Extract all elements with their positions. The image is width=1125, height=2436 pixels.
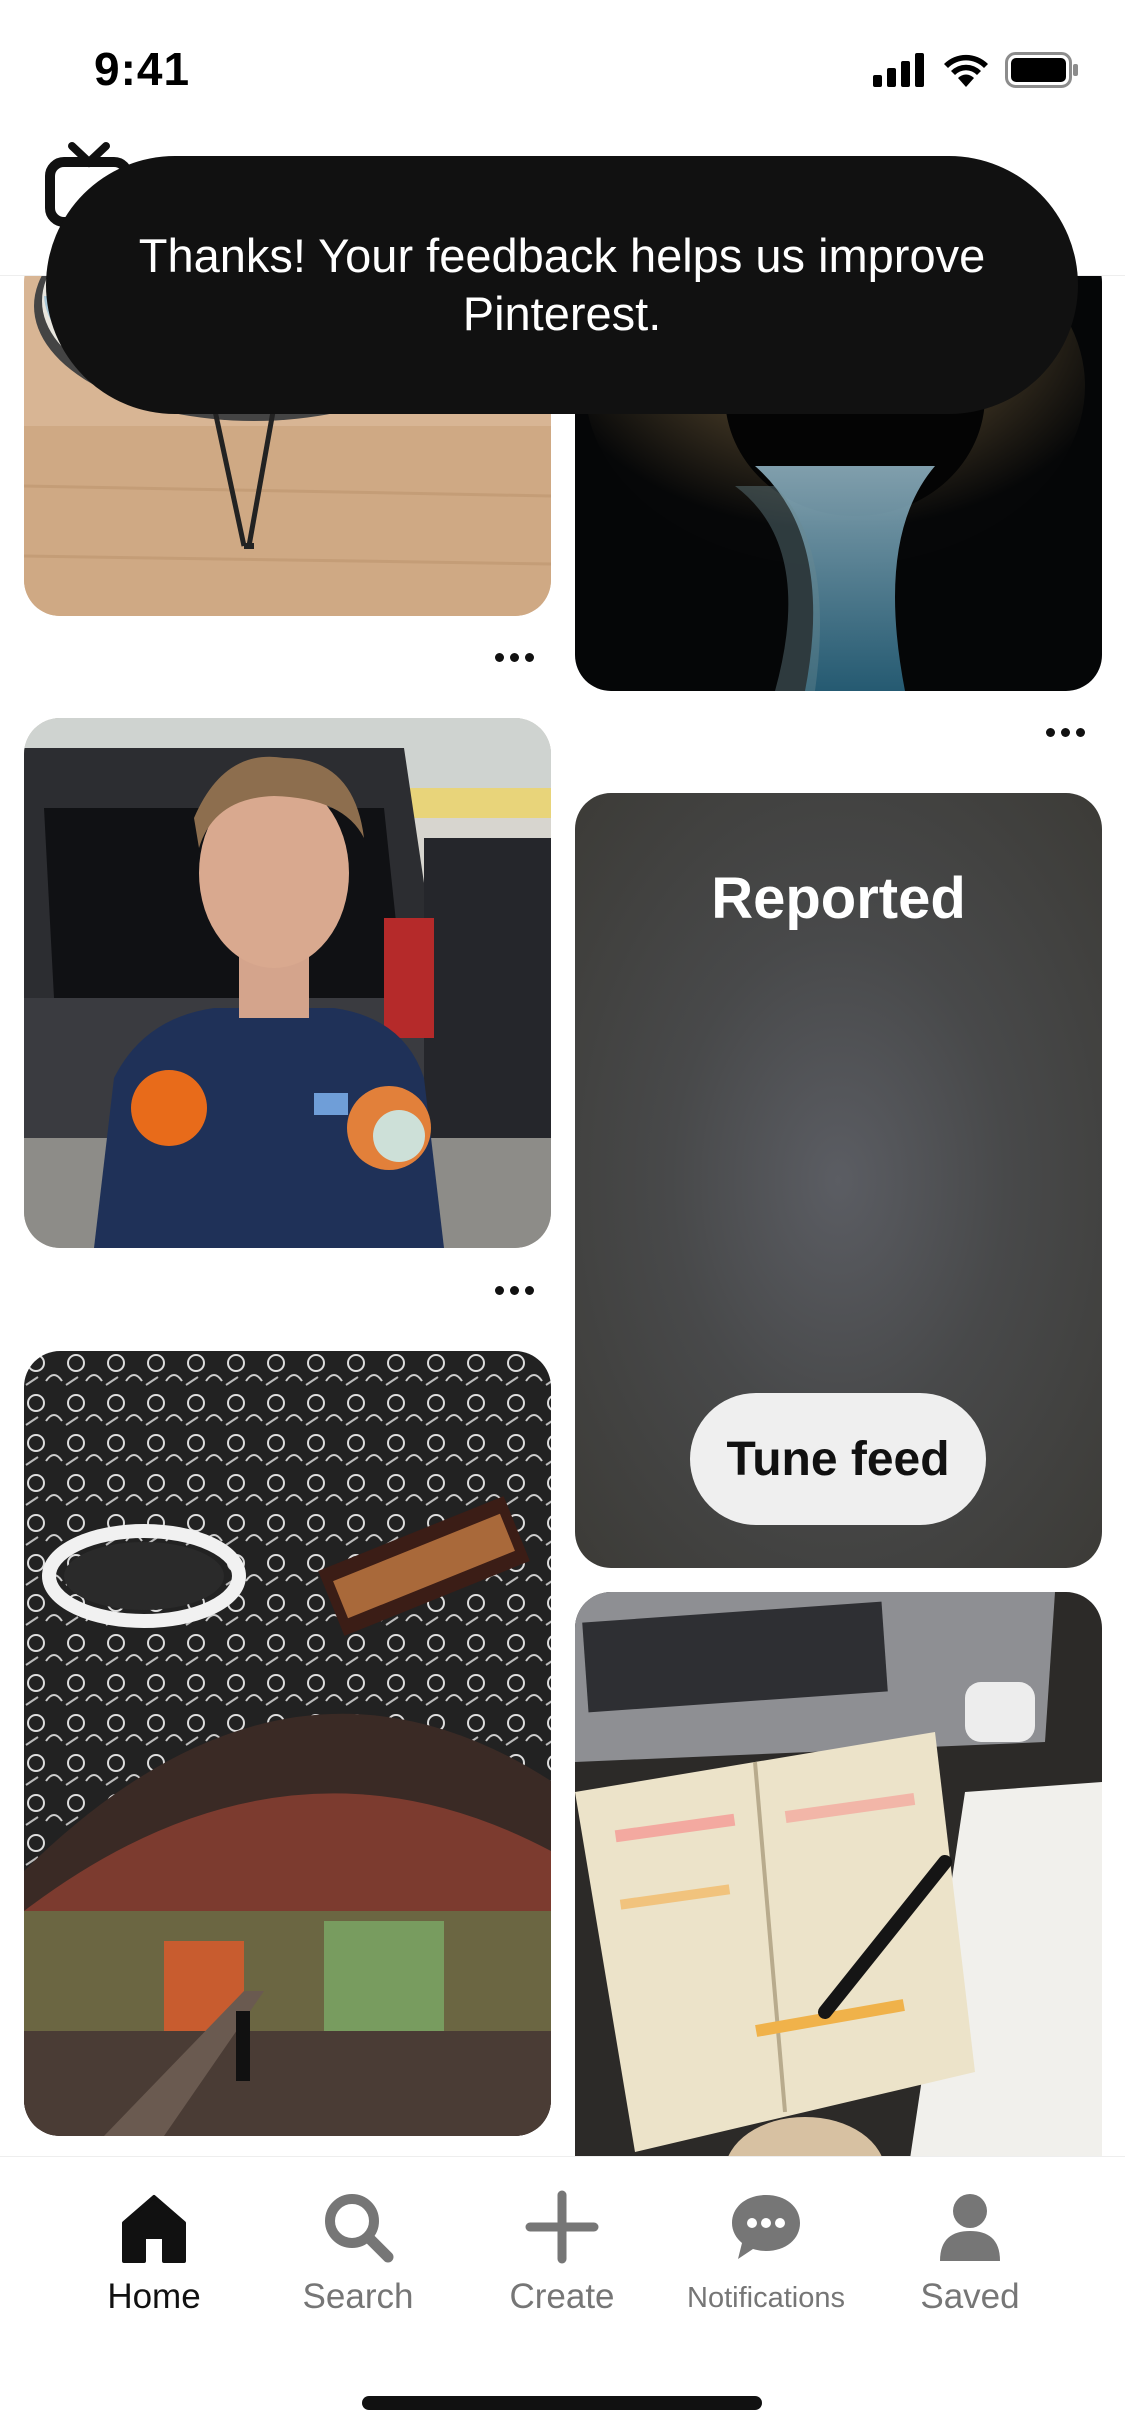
- nav-saved-label: Saved: [920, 2277, 1020, 2316]
- pin-more-button[interactable]: [1035, 717, 1095, 747]
- home-indicator: [362, 2396, 762, 2410]
- reported-pin-card: Reported Tune feed: [575, 793, 1102, 1568]
- plus-icon: [525, 2190, 599, 2264]
- cellular-signal-icon: [873, 53, 924, 87]
- status-icons: [873, 50, 1079, 90]
- nav-search[interactable]: Search: [258, 2187, 458, 2327]
- nav-notifications-label: Notifications: [687, 2282, 845, 2314]
- nav-home-label: Home: [107, 2277, 201, 2316]
- nav-search-label: Search: [302, 2277, 414, 2316]
- pin-more-button[interactable]: [484, 1275, 544, 1305]
- tune-feed-button[interactable]: Tune feed: [690, 1393, 986, 1525]
- nav-create[interactable]: Create: [462, 2187, 662, 2327]
- wifi-icon: [944, 54, 988, 87]
- nav-create-label: Create: [509, 2277, 615, 2316]
- pin-graffiti-tunnel[interactable]: [24, 1351, 551, 2136]
- nav-saved[interactable]: Saved: [870, 2187, 1070, 2327]
- chat-bubble-icon: [732, 2195, 800, 2259]
- nav-notifications[interactable]: Notifications: [666, 2187, 866, 2327]
- bottom-nav: Home Search Create Notifications Saved: [0, 2156, 1125, 2436]
- home-feed[interactable]: Reported Tune feed: [0, 276, 1125, 2156]
- profile-icon: [940, 2194, 1000, 2261]
- reported-title: Reported: [711, 866, 966, 931]
- nav-home[interactable]: Home: [54, 2187, 254, 2327]
- battery-icon: [1005, 52, 1078, 88]
- pin-more-button[interactable]: [484, 642, 544, 672]
- status-bar: 9:41: [0, 0, 1125, 140]
- status-time: 9:41: [94, 43, 191, 95]
- feedback-toast: Thanks! Your feedback helps us improve P…: [46, 156, 1078, 414]
- pin-bible-study[interactable]: [575, 1592, 1102, 2156]
- home-icon: [122, 2195, 186, 2263]
- pin-man-oranges[interactable]: [24, 718, 551, 1248]
- search-icon: [325, 2194, 394, 2263]
